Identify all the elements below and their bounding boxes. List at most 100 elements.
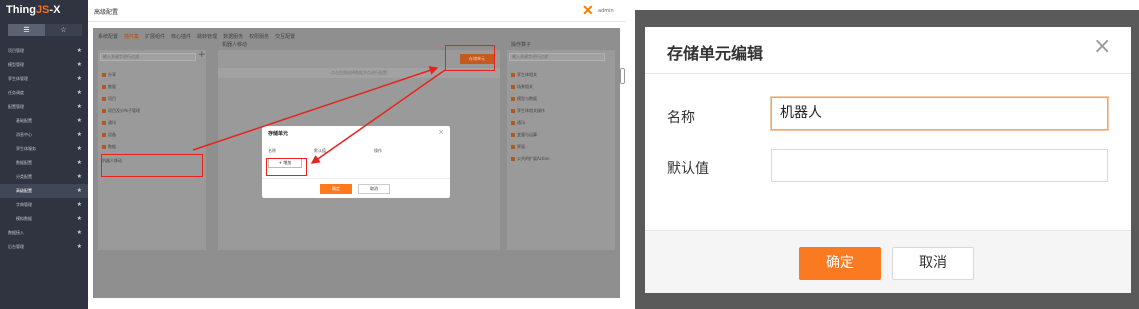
menu-tab-icon[interactable]: ☰: [8, 24, 45, 36]
sidebar-item-label: 项目管理: [8, 48, 24, 53]
tree-item-label: 设备: [108, 132, 116, 137]
sidebar-item[interactable]: 模型管理 ★: [0, 58, 88, 72]
cancel-button[interactable]: 取消: [358, 184, 390, 194]
star-icon[interactable]: ★: [77, 100, 82, 114]
config-tab[interactable]: 交互配置: [275, 33, 295, 40]
sidebar-item[interactable]: 字典管理 ★: [0, 198, 88, 212]
star-icon[interactable]: ★: [77, 128, 82, 142]
config-tab[interactable]: 数据服务: [223, 33, 243, 40]
add-node-icon[interactable]: +: [198, 50, 206, 60]
operator-title: 操作算子: [511, 42, 532, 48]
tree-item-label: 项目及分布子管理: [108, 108, 140, 113]
default-value-input[interactable]: [771, 149, 1108, 182]
star-icon[interactable]: ★: [77, 72, 82, 86]
operator-item[interactable]: 孪生体相关操作: [511, 108, 545, 114]
sidebar-item[interactable]: 消息中心 ★: [0, 128, 88, 142]
user-name[interactable]: admin: [598, 8, 614, 14]
sidebar-item[interactable]: 数据接入 ★: [0, 226, 88, 240]
config-tab[interactable]: 扩展组件: [145, 33, 165, 40]
annotation-box-store-button: [445, 45, 495, 71]
sidebar-item[interactable]: 孪生体管理 ★: [0, 72, 88, 86]
favorites-tab-icon[interactable]: ☆: [45, 24, 82, 36]
operator-item-label: 公共的扩展Action: [517, 156, 550, 161]
star-icon[interactable]: ★: [77, 142, 82, 156]
cancel-button[interactable]: 取消: [892, 247, 974, 280]
folder-icon: [102, 121, 106, 125]
operator-item[interactable]: 场景相关: [511, 84, 533, 90]
sidebar-item[interactable]: 高级配置 ★: [0, 184, 88, 198]
dialog-title: 存储单元: [268, 131, 289, 137]
sidebar-item[interactable]: 后台管理 ★: [0, 240, 88, 254]
tree-item-label: 项目: [108, 96, 116, 101]
tree-item[interactable]: 设备: [102, 132, 116, 138]
sidebar: ThingJS-X ☰ ☆ 项目管理 ★ 模型管理 ★ 孪生体管理 ★ 任务调度 ★ 配置管理 ★…: [0, 0, 88, 309]
operator-item[interactable]: 通讯: [511, 120, 525, 126]
sidebar-item[interactable]: 任务调度 ★: [0, 86, 88, 100]
sidebar-item[interactable]: 孪生体服务 ★: [0, 142, 88, 156]
sidebar-item[interactable]: 模拟数据 ★: [0, 212, 88, 226]
tree-item[interactable]: 项目及分布子管理: [102, 108, 140, 114]
star-icon[interactable]: ★: [77, 58, 82, 72]
config-tab[interactable]: 跳转管理: [197, 33, 217, 40]
scrollbar-handle[interactable]: [620, 68, 625, 84]
operator-item-label: 变量与运算: [517, 132, 537, 137]
star-icon[interactable]: ★: [77, 156, 82, 170]
star-icon[interactable]: ★: [77, 86, 82, 100]
sidebar-item[interactable]: 基础配置 ★: [0, 114, 88, 128]
operator-item[interactable]: 孪生体相关: [511, 72, 537, 78]
close-icon[interactable]: ×: [438, 128, 444, 136]
sidebar-item-label: 基础配置: [16, 118, 32, 123]
star-icon[interactable]: ★: [77, 170, 82, 184]
tree-item[interactable]: 项目: [102, 96, 116, 102]
config-tab[interactable]: 核心插件: [171, 33, 191, 40]
close-icon[interactable]: ×: [1093, 36, 1111, 58]
folder-icon: [102, 85, 106, 89]
sidebar-item[interactable]: 分类配置 ★: [0, 170, 88, 184]
sidebar-item-label: 字典管理: [16, 202, 32, 207]
star-icon[interactable]: ★: [77, 198, 82, 212]
annotation-box-add-button: [266, 158, 307, 176]
star-icon[interactable]: ★: [77, 226, 82, 240]
sidebar-item[interactable]: 配置管理 ★: [0, 100, 88, 114]
folder-icon: [102, 109, 106, 113]
sidebar-item[interactable]: 数据配置 ★: [0, 156, 88, 170]
edit-dialog-screenshot: 存储单元编辑 × 名称 机器人 默认值 确定 取消: [635, 10, 1139, 309]
operator-item[interactable]: 公共的扩展Action: [511, 156, 550, 162]
ok-button[interactable]: 确定: [799, 247, 881, 280]
tree-item[interactable]: 数量: [102, 84, 116, 90]
tree-item[interactable]: 分享: [102, 72, 116, 78]
operator-item-label: 孪生体相关: [517, 72, 537, 77]
operator-item[interactable]: 变量与运算: [511, 132, 537, 138]
name-input[interactable]: 机器人: [771, 97, 1108, 130]
sidebar-item-label: 模型管理: [8, 62, 24, 67]
config-tab[interactable]: 系统配置: [98, 33, 118, 40]
star-icon[interactable]: ★: [77, 44, 82, 58]
sidebar-item-label: 消息中心: [16, 132, 32, 137]
sidebar-item-label: 孪生体管理: [8, 76, 28, 81]
tree-item[interactable]: 通讯: [102, 120, 116, 126]
sidebar-item-label: 数据配置: [16, 160, 32, 165]
tree-search-input[interactable]: 输入关键字进行过滤: [100, 53, 196, 61]
ok-button[interactable]: 确定: [320, 184, 352, 194]
star-icon[interactable]: ★: [77, 212, 82, 226]
sidebar-item-label: 模拟数据: [16, 216, 32, 221]
folder-icon: [511, 121, 515, 125]
sidebar-item-label: 数据接入: [8, 230, 24, 235]
config-tab[interactable]: 权限服务: [249, 33, 269, 40]
operator-item-label: 模型与数据: [517, 96, 537, 101]
operator-search-input[interactable]: 输入关键字进行过滤: [509, 53, 605, 61]
default-value-label: 默认值: [667, 161, 709, 177]
folder-icon: [511, 157, 515, 161]
config-tabs: 系统配置 插件集 扩展组件 核心插件 跳转管理 数据服务 权限服务 交互配置: [98, 33, 295, 40]
sidebar-item[interactable]: 项目管理 ★: [0, 44, 88, 58]
col-name: 名称: [268, 148, 276, 153]
app-logo: ThingJS-X: [6, 4, 61, 16]
tree-item[interactable]: 数据: [102, 144, 116, 150]
config-tab[interactable]: 插件集: [124, 33, 139, 40]
star-icon[interactable]: ★: [77, 114, 82, 128]
star-icon[interactable]: ★: [77, 240, 82, 254]
operator-item[interactable]: 模型与数据: [511, 96, 537, 102]
operator-panel: 操作算子 输入关键字进行过滤 孪生体相关场景相关模型与数据孪生体相关操作 通讯变量…: [507, 42, 615, 250]
operator-item[interactable]: 界面: [511, 144, 525, 150]
star-icon[interactable]: ★: [77, 184, 82, 198]
